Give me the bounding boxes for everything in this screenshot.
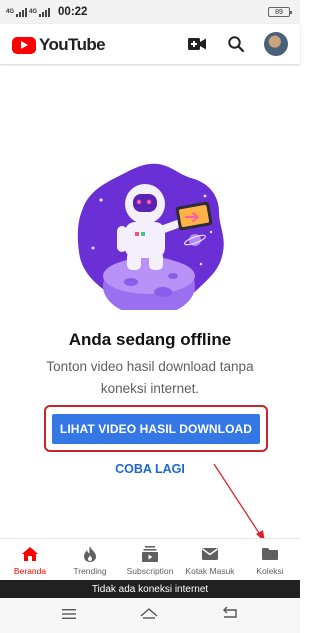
flame-icon [81, 545, 99, 563]
nav-item-trending[interactable]: Trending [60, 539, 120, 580]
battery-icon: 89 [268, 7, 292, 17]
youtube-play-icon [12, 36, 36, 54]
nav-label-koleksi: Koleksi [256, 566, 284, 576]
mail-icon [201, 545, 219, 563]
home-icon [21, 545, 39, 563]
network-type-2: 4G [29, 9, 38, 15]
bottom-navigation: Beranda Trending Subscription Kotak Masu… [0, 538, 300, 580]
offline-title: Anda sedang offline [68, 330, 232, 349]
video-camera-add-icon[interactable] [185, 32, 209, 56]
home-nav-icon[interactable] [139, 606, 159, 625]
folder-icon [261, 545, 279, 563]
avatar[interactable] [264, 32, 288, 56]
youtube-logo-text: YouTube [39, 35, 106, 54]
signal-bars-2-icon [39, 7, 51, 17]
signal-indicator: 4G 4G [6, 7, 51, 17]
signal-bars-1-icon [16, 7, 28, 17]
battery-level: 89 [275, 8, 283, 16]
nav-item-kotak-masuk[interactable]: Kotak Masuk [180, 539, 240, 580]
nav-label-beranda: Beranda [13, 566, 47, 576]
offline-subtitle: Tonton video hasil download tanpa koneks… [46, 359, 254, 396]
nav-label-trending: Trending [73, 566, 107, 576]
nav-label-subscription: Subscription [126, 566, 174, 576]
network-type-1: 4G [6, 9, 15, 15]
status-bar: 4G 4G 00:22 89 [0, 0, 300, 24]
astronaut-illustration [77, 163, 224, 310]
nav-item-koleksi[interactable]: Koleksi [240, 539, 300, 580]
subscriptions-icon [141, 545, 159, 563]
back-icon[interactable] [221, 606, 239, 625]
app-bar: YouTube [0, 24, 300, 64]
menu-icon[interactable] [61, 607, 77, 625]
view-downloads-button[interactable]: LIHAT VIDEO HASIL DOWNLOAD [52, 414, 260, 444]
nav-item-subscription[interactable]: Subscription [120, 539, 180, 580]
search-icon[interactable] [224, 32, 248, 56]
retry-button[interactable]: COBA LAGI [0, 462, 300, 476]
status-time: 00:22 [58, 6, 88, 18]
system-navigation-bar [0, 598, 300, 633]
offline-banner: Tidak ada koneksi internet [0, 580, 300, 598]
nav-item-beranda[interactable]: Beranda [0, 539, 60, 580]
nav-label-kotak-masuk: Kotak Masuk [185, 566, 235, 576]
youtube-logo[interactable]: YouTube [12, 35, 106, 55]
